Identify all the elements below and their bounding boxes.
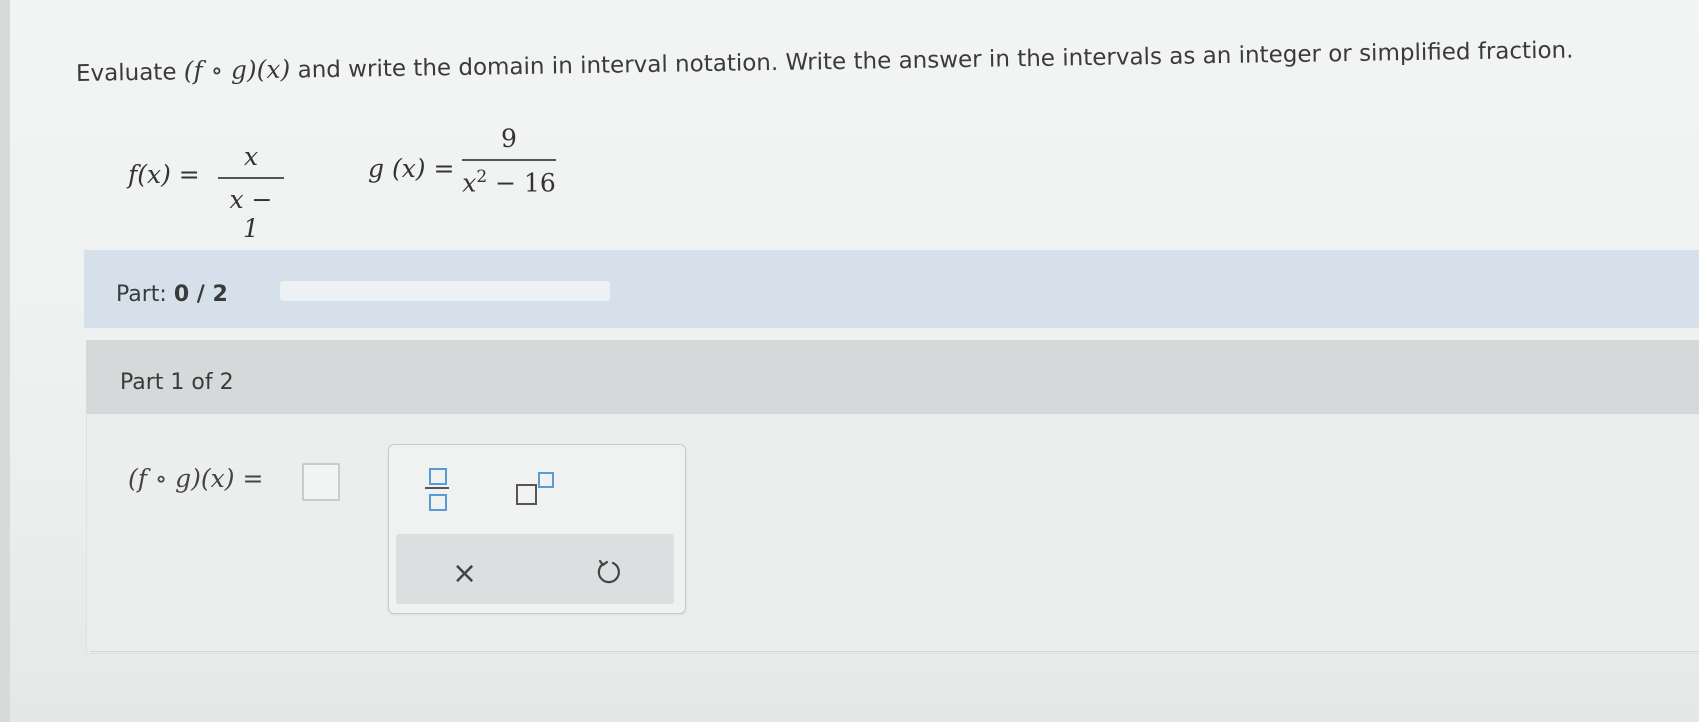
f-numerator: x [243, 142, 259, 171]
f-definition-lhs: f(x) = [128, 160, 200, 189]
palette-action-bar [396, 534, 674, 604]
exponent-power-slot [538, 472, 554, 488]
part-progress-text: Part: [116, 282, 167, 307]
f-fraction-bar [218, 177, 284, 179]
fraction-denominator-slot [429, 494, 447, 511]
g-lhs-text: g (x) = [368, 154, 455, 183]
g-fraction: 9 x2 − 16 [462, 124, 556, 197]
part-progress-value: 0 / 2 [173, 282, 228, 307]
part-panel-header [86, 340, 1699, 414]
answer-label: (f ∘ g)(x) = [128, 464, 264, 493]
g-den-base: x [462, 167, 477, 197]
g-fraction-bar [462, 159, 556, 161]
prompt-composition: (f ∘ g)(x) [183, 54, 291, 86]
g-definition-lhs: g (x) = [368, 154, 454, 183]
answer-input[interactable] [302, 463, 340, 501]
panel-bottom-divider [90, 651, 1699, 652]
f-fraction: x x − 1 [218, 142, 284, 243]
g-den-rest: − 16 [487, 167, 556, 197]
g-den-exponent: 2 [476, 166, 488, 187]
undo-icon[interactable] [594, 558, 622, 586]
f-lhs-text: f(x) = [128, 160, 200, 189]
exponent-base-slot [516, 484, 537, 505]
f-denominator: x − 1 [229, 184, 273, 243]
fraction-line [425, 487, 449, 489]
g-numerator: 9 [501, 124, 517, 153]
part-progress-label: Part: 0 / 2 [116, 282, 228, 307]
prompt-text-before: Evaluate [75, 59, 177, 87]
exponent-template-icon[interactable] [516, 468, 556, 508]
fraction-numerator-slot [429, 468, 447, 485]
g-denominator: x2 − 16 [462, 167, 556, 197]
part-progress-bar [280, 281, 610, 301]
fraction-template-icon[interactable] [425, 466, 449, 512]
part-title: Part 1 of 2 [120, 370, 234, 395]
clear-button[interactable]: × [452, 556, 477, 591]
left-edge [0, 0, 10, 722]
